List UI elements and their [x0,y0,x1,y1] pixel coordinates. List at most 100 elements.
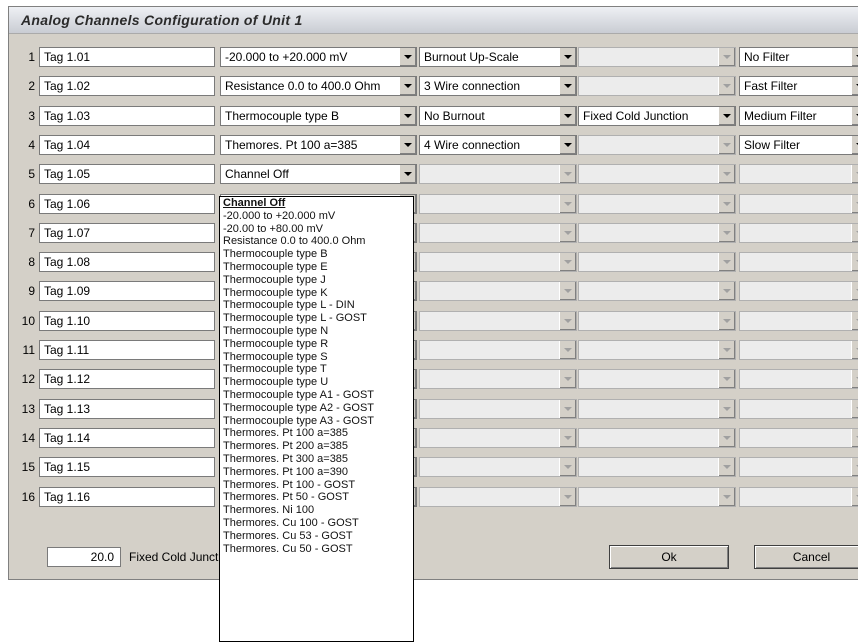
junction-select[interactable] [578,193,736,214]
dropdown-button[interactable] [559,399,576,418]
junction-select[interactable] [578,457,736,478]
junction-select[interactable] [578,252,736,273]
dropdown-button[interactable] [718,311,735,330]
dropdown-button[interactable] [718,48,735,66]
dropdown-button[interactable] [399,106,416,125]
dropdown-option[interactable]: Thermores. Cu 53 - GOST [220,530,413,543]
filter-select[interactable] [739,457,858,478]
range-select[interactable]: Channel Off [220,164,417,185]
dropdown-button[interactable] [559,428,576,447]
dropdown-button[interactable] [399,135,416,154]
dropdown-option[interactable]: -20.000 to +20.000 mV [220,210,413,223]
dropdown-button[interactable] [851,341,858,359]
dropdown-button[interactable] [559,458,576,477]
dropdown-button[interactable] [559,487,576,506]
filter-select[interactable]: No Filter [739,47,858,67]
filter-select[interactable] [739,427,858,448]
dropdown-button[interactable] [718,106,735,125]
connection-select[interactable] [419,252,577,273]
dropdown-option[interactable]: Thermocouple type A3 - GOST [220,415,413,428]
tag-name-input[interactable]: Tag 1.13 [39,398,215,419]
dropdown-button[interactable] [718,253,735,272]
dropdown-option[interactable]: -20.00 to +80.00 mV [220,223,413,236]
filter-select[interactable] [739,252,858,273]
tag-name-input[interactable]: Tag 1.16 [39,486,215,507]
junction-select[interactable] [578,281,736,302]
dropdown-button[interactable] [559,165,576,184]
tag-name-input[interactable]: Tag 1.15 [39,457,215,478]
dropdown-option[interactable]: Thermores. Pt 100 - GOST [220,479,413,492]
range-select[interactable]: Resistance 0.0 to 400.0 Ohm [220,76,417,97]
connection-select[interactable] [419,486,577,507]
dropdown-button[interactable] [718,223,735,242]
dropdown-option[interactable]: Thermores. Pt 100 a=385 [220,427,413,440]
dropdown-button[interactable] [851,48,858,66]
dropdown-button[interactable] [559,194,576,213]
connection-select[interactable] [419,369,577,390]
dropdown-option[interactable]: Thermocouple type A2 - GOST [220,402,413,415]
dropdown-option[interactable]: Thermores. Cu 50 - GOST [220,543,413,556]
dropdown-button[interactable] [851,194,858,213]
filter-select[interactable] [739,486,858,507]
dropdown-button[interactable] [718,370,735,389]
dropdown-button[interactable] [559,341,576,359]
junction-select[interactable] [578,134,736,155]
tag-name-input[interactable]: Tag 1.11 [39,340,215,360]
junction-select[interactable] [578,427,736,448]
dropdown-option[interactable]: Thermocouple type J [220,274,413,287]
dropdown-option[interactable]: Thermores. Pt 300 a=385 [220,453,413,466]
dropdown-button[interactable] [718,77,735,96]
dropdown-button[interactable] [718,458,735,477]
tag-name-input[interactable]: Tag 1.04 [39,134,215,155]
filter-select[interactable] [739,369,858,390]
tag-name-input[interactable]: Tag 1.12 [39,369,215,390]
dropdown-option[interactable]: Thermocouple type S [220,351,413,364]
dropdown-button[interactable] [399,77,416,96]
dropdown-option[interactable]: Thermocouple type E [220,261,413,274]
dropdown-option[interactable]: Thermores. Ni 100 [220,504,413,517]
dropdown-option[interactable]: Thermocouple type U [220,376,413,389]
dropdown-button[interactable] [559,77,576,96]
filter-select[interactable] [739,193,858,214]
junction-select[interactable]: Fixed Cold Junction [578,105,736,126]
junction-select[interactable] [578,164,736,185]
dropdown-button[interactable] [399,48,416,66]
dropdown-button[interactable] [559,282,576,301]
junction-select[interactable] [578,369,736,390]
connection-select[interactable] [419,193,577,214]
filter-select[interactable] [739,164,858,185]
junction-select[interactable] [578,310,736,331]
dropdown-button[interactable] [559,311,576,330]
ok-button[interactable]: Ok [609,545,729,569]
tag-name-input[interactable]: Tag 1.07 [39,222,215,243]
junction-select[interactable] [578,486,736,507]
tag-name-input[interactable]: Tag 1.03 [39,105,215,126]
dropdown-button[interactable] [559,135,576,154]
connection-select[interactable] [419,164,577,185]
dropdown-button[interactable] [559,223,576,242]
connection-select[interactable]: No Burnout [419,105,577,126]
dropdown-option[interactable]: Thermocouple type L - GOST [220,312,413,325]
dropdown-button[interactable] [851,428,858,447]
dropdown-button[interactable] [851,223,858,242]
dropdown-button[interactable] [399,165,416,184]
dropdown-option[interactable]: Thermocouple type T [220,363,413,376]
filter-select[interactable]: Slow Filter [739,134,858,155]
dropdown-button[interactable] [718,165,735,184]
dropdown-button[interactable] [559,253,576,272]
connection-select[interactable] [419,340,577,360]
connection-select[interactable] [419,281,577,302]
range-select[interactable]: -20.000 to +20.000 mV [220,47,417,67]
filter-select[interactable]: Fast Filter [739,76,858,97]
junction-select[interactable] [578,340,736,360]
tag-name-input[interactable]: Tag 1.10 [39,310,215,331]
connection-select[interactable]: Burnout Up-Scale [419,47,577,67]
dropdown-option[interactable]: Thermocouple type N [220,325,413,338]
dropdown-button[interactable] [851,487,858,506]
connection-select[interactable] [419,457,577,478]
dropdown-option[interactable]: Thermocouple type K [220,287,413,300]
dropdown-option[interactable]: Channel Off [220,197,413,210]
dropdown-button[interactable] [718,341,735,359]
connection-select[interactable] [419,222,577,243]
junction-select[interactable] [578,76,736,97]
